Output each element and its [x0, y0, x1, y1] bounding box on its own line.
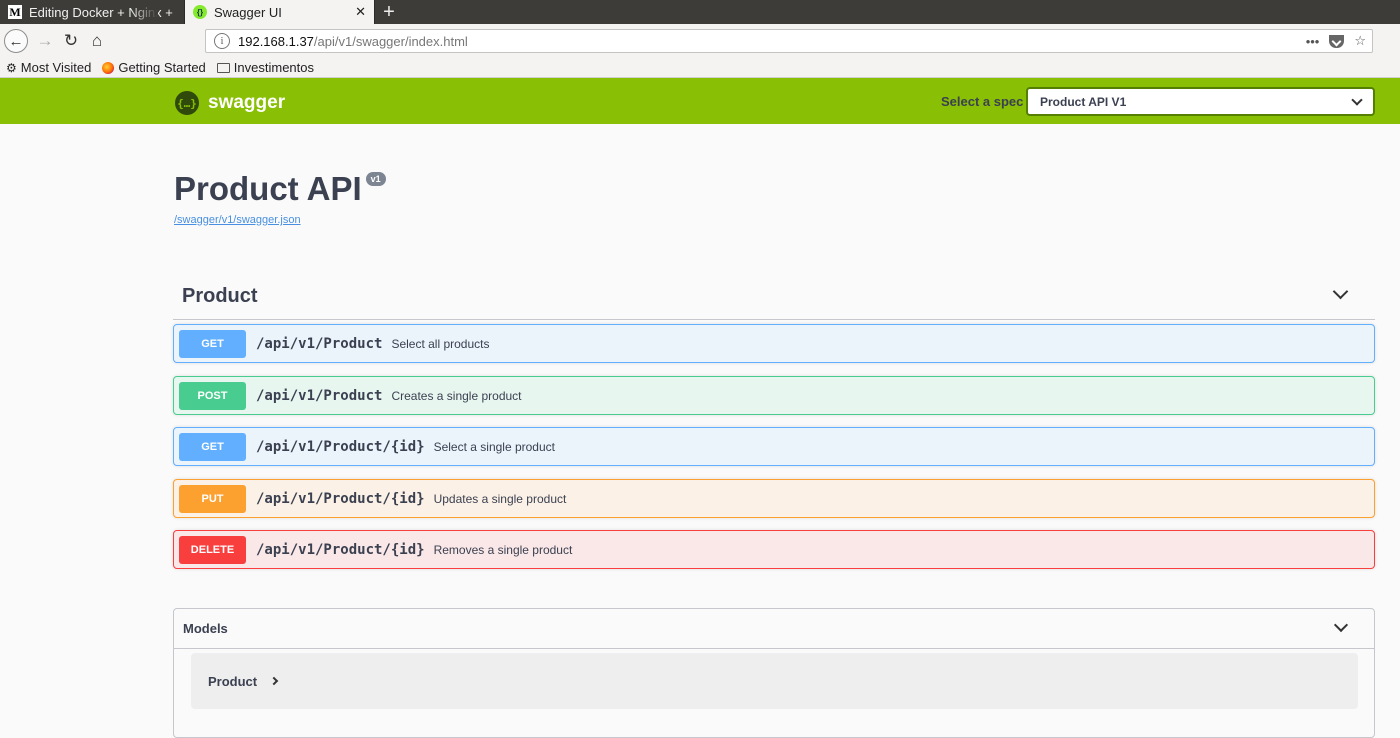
method-badge: DELETE: [179, 535, 246, 564]
operation-path: /api/v1/Product/{id}: [256, 490, 425, 507]
logo-text: swagger: [208, 92, 286, 113]
operation-post-product[interactable]: POST /api/v1/Product Creates a single pr…: [173, 376, 1375, 415]
spec-select[interactable]: Product API V1: [1026, 87, 1375, 116]
forward-button[interactable]: →: [32, 28, 58, 54]
models-header[interactable]: Models: [174, 609, 1374, 649]
swagger-logo-icon: {…}: [175, 91, 199, 115]
bookmark-getting-started[interactable]: Getting Started: [102, 60, 206, 75]
chevron-down-icon[interactable]: [1333, 617, 1349, 633]
swagger-topbar: {…} swagger Select a spec Product API V1: [0, 78, 1400, 124]
operation-delete-product[interactable]: DELETE /api/v1/Product/{id} Removes a si…: [173, 530, 1375, 569]
method-badge: GET: [179, 432, 246, 461]
reload-button[interactable]: ↻: [58, 28, 84, 54]
gear-icon: ⚙: [6, 60, 17, 75]
operation-path: /api/v1/Product/{id}: [256, 438, 425, 455]
url-path: /api/v1/swagger/index.html: [313, 33, 468, 49]
back-button[interactable]: ←: [4, 29, 28, 53]
folder-icon: [216, 62, 230, 73]
address-bar[interactable]: i 192.168.1.37 /api/v1/swagger/index.htm…: [205, 29, 1373, 53]
bookmark-label: Getting Started: [118, 60, 206, 75]
new-tab-button[interactable]: +: [375, 0, 403, 24]
method-badge: POST: [179, 381, 246, 410]
medium-icon: M: [8, 4, 22, 19]
bookmark-label: Investimentos: [233, 60, 314, 75]
swagger-logo[interactable]: {…} swagger: [175, 91, 285, 115]
swagger-icon: {}: [193, 5, 207, 19]
close-tab-icon[interactable]: ✕: [355, 4, 366, 20]
operation-path: /api/v1/Product: [256, 387, 383, 404]
info-icon[interactable]: i: [214, 33, 230, 49]
operation-get-products[interactable]: GET /api/v1/Product Select all products: [173, 324, 1375, 363]
method-badge: GET: [179, 329, 246, 358]
tab-title: Swagger UI: [214, 4, 282, 20]
model-product[interactable]: Product: [191, 653, 1358, 709]
chevron-right-icon[interactable]: [269, 676, 279, 686]
operation-summary: Updates a single product: [433, 491, 567, 506]
bookmark-most-visited[interactable]: ⚙ Most Visited: [6, 60, 91, 75]
model-name: Product: [208, 673, 258, 689]
operation-get-product-by-id[interactable]: GET /api/v1/Product/{id} Select a single…: [173, 427, 1375, 466]
chevron-down-icon[interactable]: [1332, 283, 1349, 300]
page-actions-icon[interactable]: •••: [1306, 34, 1320, 49]
api-title: Product API v1: [174, 170, 386, 208]
home-button[interactable]: ⌂: [84, 28, 110, 54]
operation-path: /api/v1/Product/{id}: [256, 541, 425, 558]
operation-summary: Select a single product: [433, 439, 555, 454]
operation-summary: Creates a single product: [391, 388, 522, 403]
chevron-down-icon: [1351, 94, 1363, 106]
spec-json-link[interactable]: /swagger/v1/swagger.json: [174, 214, 301, 226]
bookmarks-toolbar: ⚙ Most Visited Getting Started Investime…: [0, 58, 1400, 78]
operation-path: /api/v1/Product: [256, 335, 383, 352]
tag-header[interactable]: Product: [173, 274, 1375, 320]
bookmark-star-icon[interactable]: ☆: [1354, 33, 1366, 49]
tag-section-product: Product: [173, 274, 1375, 320]
api-title-text: Product API: [174, 170, 362, 207]
firefox-icon: [102, 61, 115, 74]
bookmark-investimentos[interactable]: Investimentos: [216, 60, 314, 75]
select-spec-label: Select a spec: [941, 94, 1024, 109]
browser-tab-swagger[interactable]: {} Swagger UI ✕: [185, 0, 375, 24]
pocket-icon[interactable]: [1329, 34, 1345, 48]
browser-tab-editing[interactable]: M Editing Docker + Nginx +: [0, 0, 185, 24]
url-host: 192.168.1.37: [238, 33, 314, 49]
tag-name: Product: [182, 285, 258, 307]
version-badge: v1: [365, 172, 386, 186]
operation-summary: Select all products: [391, 336, 490, 351]
tab-strip: M Editing Docker + Nginx + {} Swagger UI…: [0, 0, 1400, 24]
spec-selected-value: Product API V1: [1040, 94, 1127, 109]
models-section: Models Product: [173, 608, 1375, 738]
models-title: Models: [183, 621, 228, 636]
method-badge: PUT: [179, 484, 246, 513]
operation-summary: Removes a single product: [433, 542, 573, 557]
bookmark-label: Most Visited: [20, 60, 92, 75]
operation-put-product[interactable]: PUT /api/v1/Product/{id} Updates a singl…: [173, 479, 1375, 518]
